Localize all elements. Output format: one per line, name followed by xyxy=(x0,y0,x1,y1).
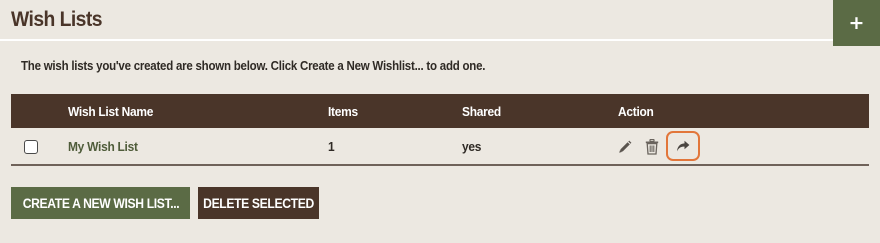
create-wishlist-button[interactable]: CREATE A NEW WISH LIST... xyxy=(11,187,190,219)
wishlist-table: Wish List Name Items Shared Action My Wi… xyxy=(11,94,869,166)
add-wishlist-button[interactable]: + xyxy=(833,0,880,46)
row-select-checkbox[interactable] xyxy=(24,140,38,154)
trash-icon[interactable] xyxy=(645,139,659,155)
pencil-icon[interactable] xyxy=(618,140,632,154)
plus-icon: + xyxy=(848,11,865,34)
delete-selected-button[interactable]: DELETE SELECTED xyxy=(198,187,319,219)
header-divider xyxy=(0,39,880,41)
intro-text: The wish lists you've created are shown … xyxy=(21,59,486,73)
column-header-shared: Shared xyxy=(462,103,501,119)
column-header-action: Action xyxy=(618,103,654,119)
share-arrow-icon[interactable] xyxy=(666,131,700,161)
wish-lists-page: Wish Lists + The wish lists you've creat… xyxy=(0,0,880,243)
wishlist-items-count: 1 xyxy=(328,138,335,154)
wishlist-name-link[interactable]: My Wish List xyxy=(68,128,144,164)
wishlist-shared-status: yes xyxy=(462,138,482,154)
table-row: My Wish List 1 yes xyxy=(11,128,869,166)
column-header-name: Wish List Name xyxy=(68,103,154,119)
page-title: Wish Lists xyxy=(11,8,102,31)
table-header: Wish List Name Items Shared Action xyxy=(11,94,869,128)
column-header-items: Items xyxy=(328,103,358,119)
